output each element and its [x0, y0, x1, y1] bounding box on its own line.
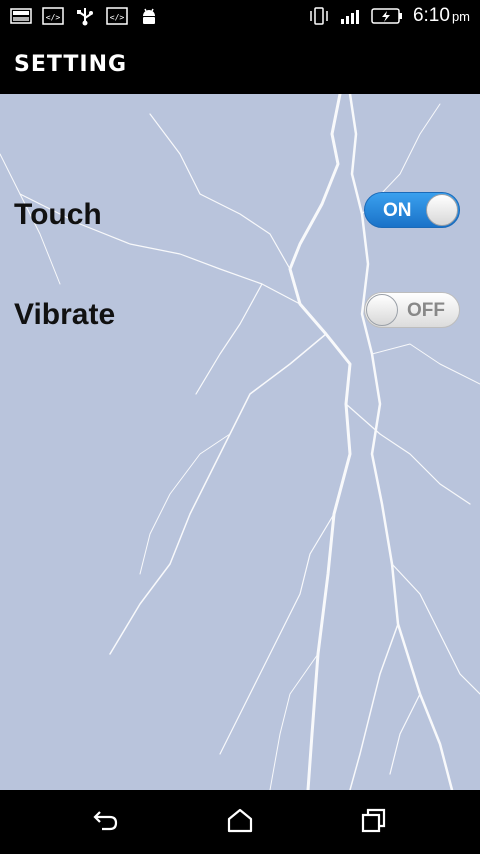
signal-icon [339, 6, 361, 26]
svg-text:</>: </> [46, 13, 61, 22]
page-title: SETTING [14, 52, 128, 77]
usb-icon [74, 6, 96, 26]
gallery-icon [10, 6, 32, 26]
toggle-knob [426, 194, 458, 226]
vibrate-toggle-state: OFF [407, 300, 445, 321]
status-bar: </> </> 6:10 pm [0, 0, 480, 34]
setting-row-vibrate: Vibrate OFF [0, 286, 480, 346]
vibrate-icon [307, 6, 329, 26]
home-button[interactable] [224, 808, 256, 836]
clock: 6:10 pm [413, 5, 470, 27]
clock-time: 6:10 [412, 5, 450, 26]
setting-label-vibrate: Vibrate [14, 298, 116, 331]
svg-text:</>: </> [110, 13, 125, 22]
home-icon [226, 807, 254, 838]
navigation-bar [0, 790, 480, 854]
back-icon [92, 808, 120, 837]
setting-row-touch: Touch ON [0, 186, 480, 246]
title-bar: SETTING [0, 34, 480, 94]
settings-content: Touch ON Vibrate OFF [0, 94, 480, 790]
touch-toggle[interactable]: ON [364, 192, 460, 228]
code-icon: </> [42, 6, 64, 26]
recents-icon [360, 807, 388, 838]
touch-toggle-state: ON [383, 200, 412, 221]
vibrate-toggle[interactable]: OFF [364, 292, 460, 328]
battery-charging-icon [371, 6, 403, 26]
setting-label-touch: Touch [14, 198, 102, 231]
recents-button[interactable] [358, 808, 390, 836]
android-icon [138, 6, 160, 26]
clock-ampm: pm [451, 9, 470, 24]
toggle-knob [366, 294, 398, 326]
code-icon: </> [106, 6, 128, 26]
back-button[interactable] [90, 808, 122, 836]
